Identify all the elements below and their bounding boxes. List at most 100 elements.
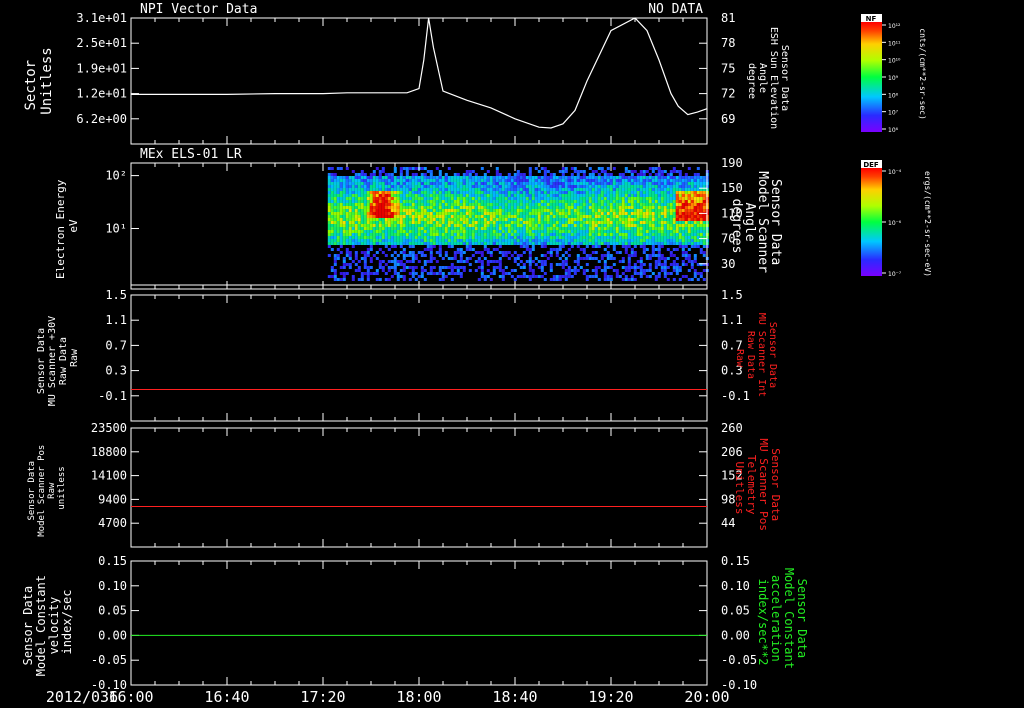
heat-cell xyxy=(621,176,625,179)
heat-cell xyxy=(522,215,526,218)
heat-cell xyxy=(486,275,490,278)
heat-cell xyxy=(585,233,589,236)
panel-2-heatmap xyxy=(327,167,709,281)
heat-cell xyxy=(615,206,619,209)
heat-cell xyxy=(420,230,424,233)
heat-cell xyxy=(468,170,472,173)
heat-cell xyxy=(576,173,580,176)
heat-cell xyxy=(600,224,604,227)
heat-cell xyxy=(414,221,418,224)
heat-cell xyxy=(492,233,496,236)
heat-cell xyxy=(486,224,490,227)
heat-cell xyxy=(447,221,451,224)
heat-cell xyxy=(663,212,667,215)
heat-cell xyxy=(378,182,382,185)
heat-cell xyxy=(450,197,454,200)
heat-cell xyxy=(375,182,379,185)
heat-cell xyxy=(681,176,685,179)
heat-cell xyxy=(678,278,682,281)
heat-cell xyxy=(438,173,442,176)
heat-cell xyxy=(567,230,571,233)
heat-cell xyxy=(588,182,592,185)
heat-cell xyxy=(417,221,421,224)
heat-cell xyxy=(426,260,430,263)
heat-cell xyxy=(693,245,697,248)
heat-cell xyxy=(360,224,364,227)
heat-cell xyxy=(420,206,424,209)
heat-cell xyxy=(351,275,355,278)
heat-cell xyxy=(459,185,463,188)
heat-cell xyxy=(345,233,349,236)
heat-cell xyxy=(582,230,586,233)
heat-cell xyxy=(447,206,451,209)
heat-cell xyxy=(501,188,505,191)
heat-cell xyxy=(465,239,469,242)
heat-cell xyxy=(537,200,541,203)
heat-cell xyxy=(639,194,643,197)
heat-cell xyxy=(564,182,568,185)
heat-cell xyxy=(552,227,556,230)
heat-cell xyxy=(681,200,685,203)
heat-cell xyxy=(651,212,655,215)
heat-cell xyxy=(420,185,424,188)
heat-cell xyxy=(534,206,538,209)
heat-cell xyxy=(444,206,448,209)
heat-cell xyxy=(345,179,349,182)
heat-cell xyxy=(693,182,697,185)
heat-cell xyxy=(360,221,364,224)
heat-cell xyxy=(612,245,616,248)
y-tick-label: 1.2e+01 xyxy=(76,87,127,101)
heat-cell xyxy=(576,206,580,209)
heat-cell xyxy=(615,182,619,185)
heat-cell xyxy=(693,257,697,260)
heat-cell xyxy=(561,266,565,269)
heat-cell xyxy=(498,266,502,269)
heat-cell xyxy=(423,173,427,176)
heat-cell xyxy=(663,170,667,173)
heat-cell xyxy=(342,212,346,215)
heat-cell xyxy=(489,278,493,281)
heat-cell xyxy=(507,233,511,236)
heat-cell xyxy=(330,269,334,272)
heat-cell xyxy=(387,206,391,209)
heat-cell xyxy=(660,188,664,191)
heat-cell xyxy=(600,197,604,200)
heat-cell xyxy=(702,203,706,206)
heat-cell xyxy=(330,197,334,200)
heat-cell xyxy=(486,260,490,263)
heat-cell xyxy=(435,260,439,263)
heat-cell xyxy=(381,191,385,194)
heat-cell xyxy=(366,230,370,233)
heat-cell xyxy=(657,206,661,209)
heat-cell xyxy=(606,194,610,197)
heat-cell xyxy=(426,206,430,209)
heat-cell xyxy=(456,200,460,203)
heat-cell xyxy=(402,254,406,257)
heat-cell xyxy=(378,188,382,191)
heat-cell xyxy=(333,206,337,209)
heat-cell xyxy=(681,185,685,188)
heat-cell xyxy=(552,230,556,233)
heat-cell xyxy=(462,242,466,245)
heat-cell xyxy=(405,206,409,209)
heat-cell xyxy=(693,203,697,206)
heat-cell xyxy=(639,185,643,188)
heat-cell xyxy=(600,269,604,272)
heat-cell xyxy=(384,245,388,248)
heat-cell xyxy=(498,197,502,200)
heat-cell xyxy=(519,245,523,248)
heat-cell xyxy=(573,200,577,203)
heat-cell xyxy=(513,194,517,197)
heat-cell xyxy=(462,233,466,236)
heat-cell xyxy=(330,215,334,218)
heat-cell xyxy=(627,257,631,260)
heat-cell xyxy=(399,212,403,215)
heat-cell xyxy=(450,263,454,266)
heat-cell xyxy=(528,233,532,236)
heat-cell xyxy=(702,245,706,248)
heat-cell xyxy=(420,239,424,242)
heat-cell xyxy=(453,197,457,200)
heat-cell xyxy=(501,179,505,182)
heat-cell xyxy=(618,275,622,278)
heat-cell xyxy=(405,209,409,212)
